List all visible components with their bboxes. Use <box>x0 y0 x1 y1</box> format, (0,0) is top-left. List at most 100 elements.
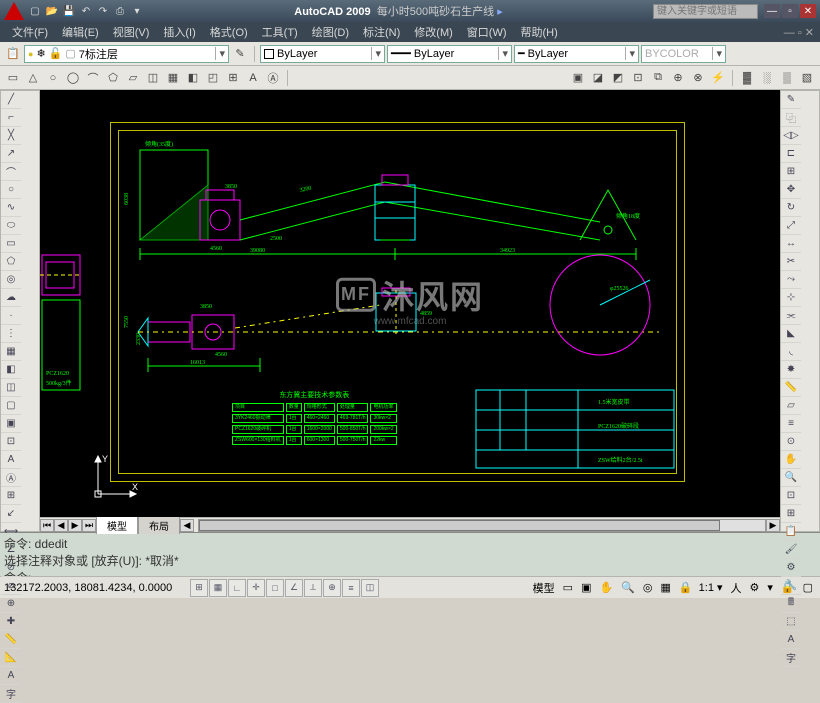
textB-icon[interactable]: 字 <box>781 649 801 667</box>
chamfer-icon[interactable]: ◣ <box>781 325 801 343</box>
id-icon[interactable]: ⊙ <box>781 433 801 451</box>
offset-icon[interactable]: ⊏ <box>781 145 801 163</box>
text-icon[interactable]: A <box>244 69 262 87</box>
app-logo[interactable] <box>4 2 24 20</box>
rect2-icon[interactable]: ▭ <box>1 235 21 253</box>
minimize-button[interactable]: — <box>764 4 780 18</box>
hatch-icon[interactable]: ▦ <box>164 69 182 87</box>
gradient-icon[interactable]: ◧ <box>184 69 202 87</box>
textA-icon[interactable]: A <box>781 631 801 649</box>
point-icon[interactable]: · <box>1 307 21 325</box>
print-icon[interactable]: ⎙ <box>113 4 127 18</box>
spline-icon[interactable]: ∿ <box>1 199 21 217</box>
hatch2-icon[interactable]: ▦ <box>1 343 21 361</box>
toolbar-lock-icon[interactable]: 🔒 <box>778 581 798 594</box>
menu-modify[interactable]: 修改(M) <box>408 22 459 42</box>
maximize-button[interactable]: ▫ <box>782 4 798 18</box>
center-icon[interactable]: ✚ <box>1 613 21 631</box>
menu-file[interactable]: 文件(F) <box>6 22 54 42</box>
ws-switch-icon[interactable]: ▾ <box>764 581 776 594</box>
new-icon[interactable]: ▢ <box>28 4 42 18</box>
calc-icon[interactable]: 🖩 <box>781 595 801 613</box>
tol-icon[interactable]: ⊕ <box>1 595 21 613</box>
rotate-icon[interactable]: ↻ <box>781 199 801 217</box>
open-icon[interactable]: 📂 <box>45 4 59 18</box>
move-icon[interactable]: ✥ <box>781 181 801 199</box>
meas1-icon[interactable]: 📏 <box>1 631 21 649</box>
menu-help[interactable]: 帮助(H) <box>515 22 564 42</box>
text2-icon[interactable]: A <box>1 451 21 469</box>
tab-first-icon[interactable]: ⏮ <box>40 519 54 532</box>
zoom2-icon[interactable]: 🔍 <box>618 581 638 594</box>
join-icon[interactable]: ⫘ <box>781 307 801 325</box>
fillet-icon[interactable]: ◟ <box>781 343 801 361</box>
ray-icon[interactable]: ↗ <box>1 145 21 163</box>
color-combo[interactable]: ByLayer▾ <box>260 45 385 63</box>
break-icon[interactable]: ⊹ <box>781 289 801 307</box>
circle-icon[interactable]: ○ <box>44 69 62 87</box>
arc2-icon[interactable]: ⌒ <box>1 163 21 181</box>
pan2-icon[interactable]: ✋ <box>596 581 616 594</box>
scroll-right-icon[interactable]: ▶ <box>766 519 780 532</box>
poly2-icon[interactable]: ⬠ <box>1 253 21 271</box>
tab-last-icon[interactable]: ⏭ <box>82 519 96 532</box>
showmotion-icon[interactable]: ▦ <box>657 581 673 594</box>
arc-icon[interactable]: ⌒ <box>84 69 102 87</box>
mdi-controls[interactable]: — ▫ ✕ <box>784 26 814 39</box>
tab-layout[interactable]: 布局 <box>138 516 180 534</box>
line-icon[interactable]: ╱ <box>1 91 21 109</box>
divide-icon[interactable]: ⋮ <box>1 325 21 343</box>
menu-insert[interactable]: 插入(I) <box>157 22 201 42</box>
qat-dropdown-icon[interactable]: ▾ <box>130 4 144 18</box>
donut-icon[interactable]: ◎ <box>1 271 21 289</box>
close-button[interactable]: ✕ <box>800 4 816 18</box>
command-input[interactable] <box>35 571 235 576</box>
stretch-icon[interactable]: ↔ <box>781 235 801 253</box>
tab-next-icon[interactable]: ▶ <box>68 519 82 532</box>
save-icon[interactable]: 💾 <box>62 4 76 18</box>
model-paper-toggle[interactable]: 模型 <box>530 580 558 596</box>
tri-icon[interactable]: △ <box>24 69 42 87</box>
meas2-icon[interactable]: 📐 <box>1 649 21 667</box>
ellipse-icon[interactable]: ◯ <box>64 69 82 87</box>
circle2-icon[interactable]: ○ <box>1 181 21 199</box>
props-icon[interactable]: 📋 <box>781 523 801 541</box>
mtext2-icon[interactable]: Ⓐ <box>1 469 21 487</box>
explode-icon[interactable]: ✸ <box>781 361 801 379</box>
rect-icon[interactable]: ▭ <box>4 69 22 87</box>
anno-auto-icon[interactable]: ⚙ <box>746 581 762 594</box>
mtext-icon[interactable]: Ⓐ <box>264 69 282 87</box>
copy-icon[interactable]: ⿻ <box>781 109 801 127</box>
erase-icon[interactable]: ✎ <box>781 91 801 109</box>
scale-icon[interactable]: ⤢ <box>781 217 801 235</box>
block5-icon[interactable]: ▣ <box>1 415 21 433</box>
a2-icon[interactable]: 字 <box>1 685 21 703</box>
drawing-canvas[interactable]: PCZ1620 500kg/3件 倾角(35度) 6038 3850 <box>40 90 780 517</box>
table2-icon[interactable]: ⊞ <box>1 487 21 505</box>
mirror-icon[interactable]: ◁▷ <box>781 127 801 145</box>
boundary-icon[interactable]: ◰ <box>204 69 222 87</box>
menu-draw[interactable]: 绘图(D) <box>306 22 355 42</box>
3d-icon[interactable]: ▧ <box>798 69 816 87</box>
xref-icon[interactable]: ⧉ <box>649 69 667 87</box>
extend-icon[interactable]: ⤳ <box>781 271 801 289</box>
layer-combo[interactable]: ❄🔓▢ 7标注层▾ <box>24 45 229 63</box>
attach2-icon[interactable]: ⊗ <box>689 69 707 87</box>
trim-icon[interactable]: ✂ <box>781 253 801 271</box>
scroll-left-icon[interactable]: ◀ <box>180 519 194 532</box>
tab-prev-icon[interactable]: ◀ <box>54 519 68 532</box>
menu-format[interactable]: 格式(O) <box>204 22 254 42</box>
action-icon[interactable]: ⚡ <box>709 69 727 87</box>
redo-icon[interactable]: ↷ <box>96 4 110 18</box>
xline-icon[interactable]: ╳ <box>1 127 21 145</box>
block3-icon[interactable]: ◩ <box>609 69 627 87</box>
dsn-icon[interactable]: ⚙ <box>781 559 801 577</box>
pan-icon[interactable]: ✋ <box>781 451 801 469</box>
linetype-combo[interactable]: ━━━ByLayer▾ <box>387 45 512 63</box>
menu-edit[interactable]: 编辑(E) <box>56 22 105 42</box>
attach-icon[interactable]: ⊕ <box>669 69 687 87</box>
zoom-icon[interactable]: 🔍 <box>781 469 801 487</box>
revcloud-icon[interactable]: ☁ <box>1 289 21 307</box>
gradient2-icon[interactable]: ◧ <box>1 361 21 379</box>
help-search-input[interactable] <box>653 4 758 19</box>
